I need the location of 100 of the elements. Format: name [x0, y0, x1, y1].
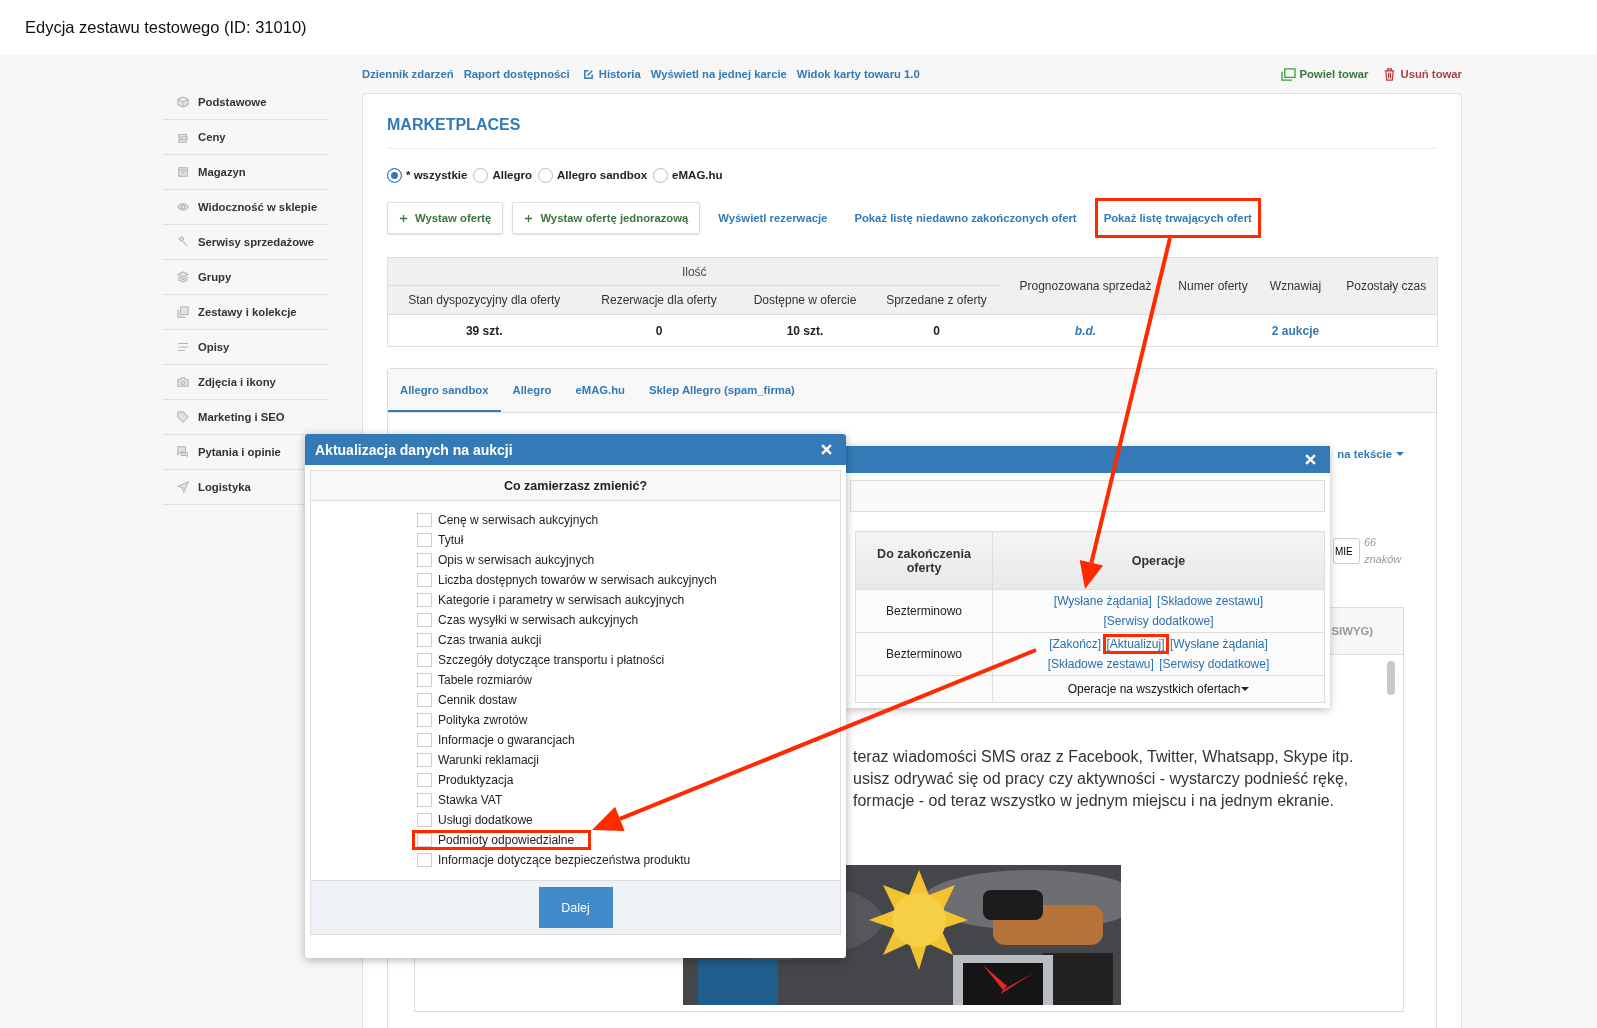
filter-field[interactable] [850, 480, 1325, 512]
operation-link[interactable]: [Składowe zestawu] [1153, 591, 1268, 611]
change-option[interactable]: Produktyzacja [412, 770, 531, 790]
sidebar-item[interactable]: Ceny [163, 120, 328, 155]
change-option[interactable]: Kategorie i parametry w serwisach aukcyjnych [412, 590, 702, 610]
change-option[interactable]: Szczegóły dotyczące transportu i płatności [412, 650, 682, 670]
lines-icon [177, 341, 189, 353]
plane-icon [177, 481, 189, 493]
marketplace-tab[interactable]: Allegro [500, 369, 564, 412]
sidebar-item[interactable]: Widoczność w sklepie [163, 190, 328, 225]
character-counter: 66 znaków [1364, 535, 1403, 567]
plus-icon [399, 213, 408, 223]
change-option[interactable]: Cenę w serwisach aukcyjnych [412, 510, 616, 530]
close-icon[interactable] [1305, 454, 1316, 465]
operation-link[interactable]: [Serwisy dodatkowe] [1155, 654, 1274, 674]
sidebar-label: Serwisy sprzedażowe [198, 236, 315, 248]
sidebar-item[interactable]: Serwisy sprzedażowe [163, 225, 328, 260]
change-option[interactable]: Warunki reklamacji [412, 750, 556, 770]
sidebar-label: Zestawy i kolekcje [198, 306, 297, 318]
top-link[interactable]: Raport dostępności [463, 68, 570, 80]
offers-link[interactable]: Pokaż listę trwających ofert [1094, 198, 1261, 238]
sidebar-label: Zdjęcia i ikony [198, 376, 276, 388]
change-option[interactable]: Stawka VAT [412, 790, 520, 810]
description-text: formacje - od teraz wszystko w jednym miejscu i na jednym ekranie. [853, 791, 1336, 811]
column-header: Wznawiaj [1255, 257, 1336, 315]
change-option[interactable]: Usługi dodatkowe [412, 810, 550, 830]
tag-icon [177, 411, 189, 423]
marketplace-radio[interactable]: Allegro sandbox [538, 167, 648, 183]
operation-link[interactable]: [Serwisy dodatkowe] [1099, 611, 1218, 631]
table-cell: Bezterminowo [886, 604, 962, 618]
sidebar-label: Ceny [198, 131, 226, 143]
change-option[interactable]: Czas wysyłki w serwisach aukcyjnych [412, 610, 656, 630]
change-option[interactable]: Informacje dotyczące bezpieczeństwa produktu [412, 850, 708, 870]
sidebar-label: Magazyn [198, 166, 246, 178]
top-link[interactable]: Historia [579, 68, 641, 80]
images-icon [177, 306, 189, 318]
view-toggle[interactable]: na tekście [1337, 448, 1404, 460]
change-option[interactable]: Czas trwania aukcji [412, 630, 559, 650]
offers-link[interactable]: Pokaż listę niedawno zakończonych ofert [845, 198, 1086, 238]
cube-icon [177, 96, 189, 108]
sidebar-item[interactable]: Grupy [163, 260, 328, 295]
caret-icon [1396, 452, 1404, 456]
delete-link[interactable]: Usuń towar [1382, 67, 1462, 81]
close-icon[interactable] [821, 444, 832, 455]
column-header: Sprzedane z oferty [872, 285, 1001, 315]
offers-link[interactable]: Wyświetl rezerwacje [709, 198, 837, 238]
column-header: Pozostały czas [1335, 257, 1438, 315]
change-option[interactable]: Opis w serwisach aukcyjnych [412, 550, 612, 570]
copy-icon [1281, 67, 1297, 81]
marketplace-tab[interactable]: Allegro sandbox [388, 369, 501, 412]
eye-icon [177, 201, 189, 213]
name-field[interactable]: MIE [1333, 538, 1360, 564]
duplicate-link[interactable]: Powiel towar [1281, 67, 1369, 81]
table-cell[interactable]: 2 aukcje [1271, 323, 1320, 338]
layers-icon [177, 271, 189, 283]
sidebar-label: Podstawowe [198, 96, 267, 108]
marketplace-radio[interactable]: * wszystkie [387, 167, 468, 183]
scrollbar[interactable] [1387, 661, 1395, 695]
chat-icon [177, 446, 189, 458]
table-cell[interactable]: b.d. [1074, 323, 1097, 338]
column-header: Rezerwacje dla oferty [580, 285, 738, 315]
stack-icon [177, 131, 189, 143]
next-button[interactable]: Dalej [538, 887, 613, 928]
sidebar-label: Pytania i opinie [198, 446, 281, 458]
sidebar-item[interactable]: Zestawy i kolekcje [163, 295, 328, 330]
sidebar-label: Opisy [198, 341, 230, 353]
table-cell: 39 szt. [465, 323, 503, 338]
operation-link[interactable]: [Wysłane żądania] [1049, 591, 1156, 611]
sidebar-label: Marketing i SEO [198, 411, 285, 423]
top-link[interactable]: Dziennik zdarzeń [362, 68, 454, 80]
column-header: Dostępne w ofercie [737, 285, 873, 315]
column-group-header: Ilość [681, 264, 707, 279]
operation-link[interactable]: [Aktualizuj] [1102, 634, 1169, 654]
table-cell: 0 [655, 323, 663, 338]
sidebar-label: Grupy [198, 271, 232, 283]
change-option[interactable]: Cennik dostaw [412, 690, 534, 710]
sidebar-item[interactable]: Zdjęcia i ikony [163, 365, 328, 400]
change-option[interactable]: Tytuł [412, 530, 481, 550]
sidebar-item[interactable]: Magazyn [163, 155, 328, 190]
add-offer-button[interactable]: Wystaw ofertę jednorazową [512, 202, 701, 234]
change-option[interactable]: Podmioty odpowiedzialne [412, 830, 592, 850]
change-option[interactable]: Polityka zwrotów [412, 710, 545, 730]
edit-icon [582, 68, 594, 80]
marketplace-radio[interactable]: eMAG.hu [653, 167, 723, 183]
table-cell: 0 [933, 323, 940, 338]
table-cell: 10 szt. [786, 323, 824, 338]
plus-icon [524, 213, 534, 223]
marketplace-tab[interactable]: Sklep Allegro (spam_firma) [637, 369, 807, 412]
top-link[interactable]: Wyświetl na jednej karcie [650, 68, 787, 80]
sidebar-item[interactable]: Opisy [163, 330, 328, 365]
top-link[interactable]: Widok karty towaru 1.0 [796, 68, 920, 80]
change-option[interactable]: Informacje o gwarancjach [412, 730, 592, 750]
marketplace-tab[interactable]: eMAG.hu [563, 369, 638, 412]
change-option[interactable]: Tabele rozmiarów [412, 670, 550, 690]
change-option[interactable]: Liczba dostępnych towarów w serwisach aukcyjnych [412, 570, 734, 590]
column-header: Operacje [992, 531, 1325, 590]
operation-link[interactable]: [Składowe zestawu] [1043, 654, 1158, 674]
sidebar-item[interactable]: Podstawowe [163, 85, 328, 120]
marketplace-radio[interactable]: Allegro [473, 167, 532, 183]
add-offer-button[interactable]: Wystaw ofertę [387, 202, 504, 234]
